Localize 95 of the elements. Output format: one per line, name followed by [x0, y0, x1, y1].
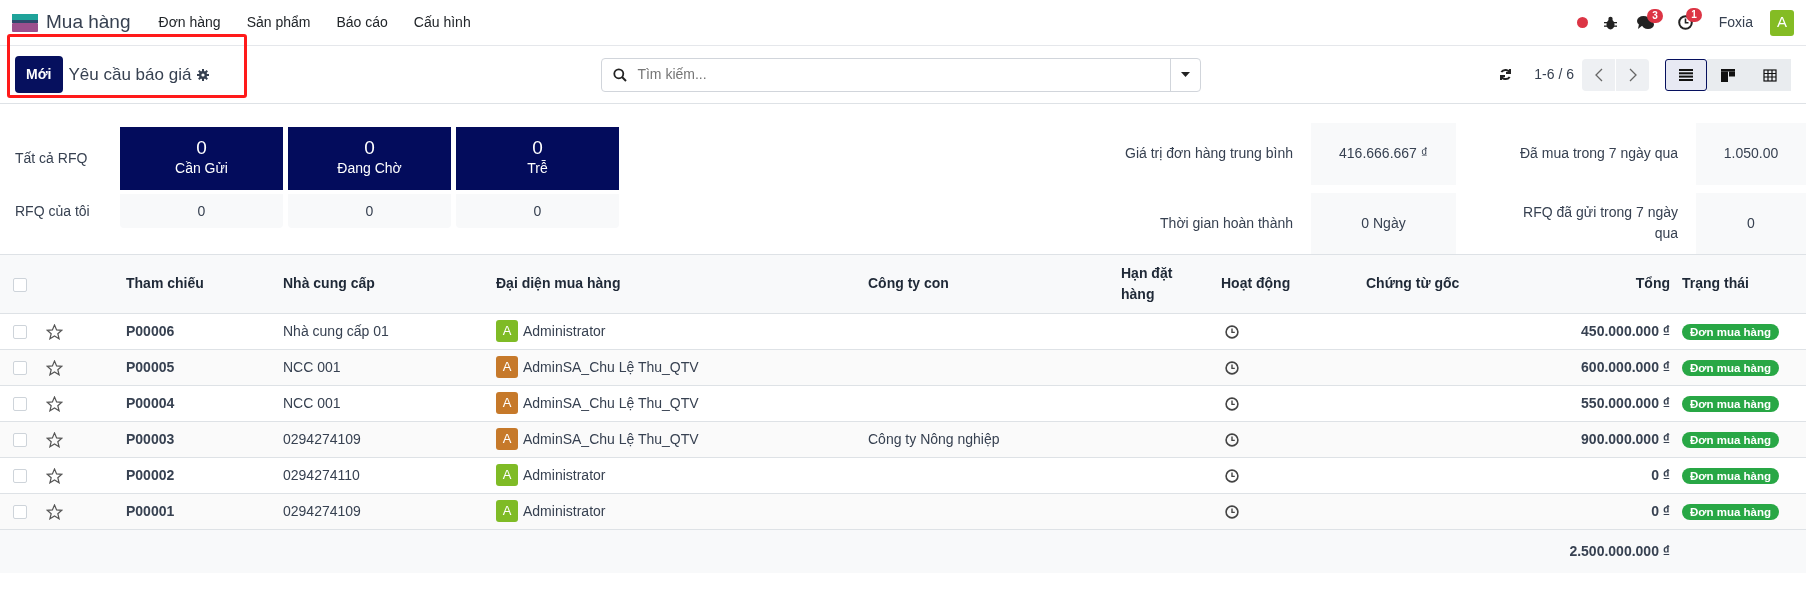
- view-kanban-button[interactable]: [1707, 58, 1749, 91]
- star-icon[interactable]: [46, 359, 63, 376]
- bug-icon[interactable]: [1603, 15, 1617, 30]
- stat-value: 416.666.667 ₫: [1311, 123, 1456, 185]
- status-tag: Đơn mua hàng: [1682, 467, 1779, 484]
- table-cell: P00002: [126, 466, 175, 483]
- table-cell-text: Administrator: [523, 321, 606, 341]
- stat-value: 0: [1696, 192, 1806, 254]
- table-cell: 0294274109: [283, 502, 361, 519]
- new-button[interactable]: Mới: [15, 56, 63, 93]
- list-icon: [1679, 69, 1693, 82]
- star-icon[interactable]: [46, 431, 63, 448]
- clock-icon[interactable]: [1677, 15, 1693, 30]
- app-name[interactable]: Mua hàng: [46, 8, 131, 37]
- menu-item[interactable]: Cấu hình: [413, 12, 471, 33]
- row-label: RFQ của tôi: [15, 201, 91, 221]
- table-cell: Nhà cung cấp 01: [283, 322, 389, 339]
- table-cell: P00001: [126, 502, 175, 519]
- table-cell-text: AdminSA_Chu Lệ Thu_QTV: [523, 357, 699, 377]
- stat-tile[interactable]: 0 Trễ: [456, 127, 619, 190]
- stat-tile[interactable]: 0 Cần Gửi: [120, 127, 283, 190]
- clock-icon[interactable]: [1225, 468, 1239, 483]
- search-icon: [613, 67, 628, 82]
- checkbox[interactable]: [13, 396, 27, 411]
- table-cell: 600.000.000 ₫: [1581, 358, 1670, 375]
- table-cell: Công ty Nông nghiệp: [868, 430, 1000, 447]
- menu-item[interactable]: Đơn hàng: [158, 12, 221, 33]
- view-pivot-button[interactable]: [1749, 58, 1791, 91]
- stat-value: 1.050.00: [1696, 123, 1806, 185]
- checkbox[interactable]: [13, 324, 27, 339]
- refresh-icon[interactable]: [1499, 68, 1513, 81]
- page-title: Yêu cầu báo giá: [68, 63, 192, 86]
- checkbox[interactable]: [13, 277, 27, 292]
- table-cell: 0 ₫: [1651, 466, 1670, 483]
- total-sum: 2.500.000.000 ₫: [1569, 542, 1670, 559]
- clock-icon[interactable]: [1225, 396, 1239, 411]
- clock-icon[interactable]: [1225, 360, 1239, 375]
- stat-label: Giá trị đơn hàng trung bình: [1125, 144, 1294, 164]
- status-tag: Đơn mua hàng: [1682, 323, 1779, 340]
- star-icon[interactable]: [46, 395, 63, 412]
- stat-label: RFQ đã gửi trong 7 ngày qua: [1522, 203, 1679, 244]
- table-cell: NCC 001: [283, 394, 341, 411]
- chevron-right-icon: [1628, 68, 1637, 83]
- stat-value[interactable]: 0: [288, 194, 451, 228]
- table-cell: 0 ₫: [1651, 502, 1670, 519]
- table-cell: NCC 001: [283, 358, 341, 375]
- status-dot-icon: [1576, 17, 1588, 28]
- clock-icon[interactable]: [1225, 432, 1239, 447]
- table-cell: 900.000.000 ₫: [1581, 430, 1670, 447]
- star-icon[interactable]: [46, 503, 63, 520]
- checkbox[interactable]: [13, 432, 27, 447]
- checkbox[interactable]: [13, 360, 27, 375]
- checkbox[interactable]: [13, 504, 27, 519]
- table-cell: 550.000.000 ₫: [1581, 394, 1670, 411]
- stat-label: Thời gian hoàn thành: [1160, 213, 1294, 233]
- kanban-icon: [1721, 68, 1735, 82]
- table-cell: P00004: [126, 394, 175, 411]
- chevron-left-icon: [1594, 68, 1603, 83]
- table-cell-text: Administrator: [523, 465, 606, 485]
- clock-icon[interactable]: [1225, 324, 1239, 339]
- table-cell-text: AdminSA_Chu Lệ Thu_QTV: [523, 393, 699, 413]
- status-tag: Đơn mua hàng: [1682, 431, 1779, 448]
- status-tag: Đơn mua hàng: [1682, 359, 1779, 376]
- stat-value: 0 Ngày: [1311, 192, 1456, 254]
- status-tag: Đơn mua hàng: [1682, 395, 1779, 412]
- star-icon[interactable]: [46, 467, 63, 484]
- checkbox[interactable]: [13, 468, 27, 483]
- stat-label: Đã mua trong 7 ngày qua: [1520, 144, 1679, 164]
- table-cell: 0294274109: [283, 430, 361, 447]
- notification-badge: 1: [1686, 8, 1702, 22]
- view-list-button[interactable]: [1665, 58, 1707, 91]
- app-logo-icon[interactable]: [12, 13, 38, 32]
- pager-value[interactable]: 1-6 / 6: [1534, 64, 1574, 85]
- clock-icon[interactable]: [1225, 504, 1239, 519]
- stat-tile[interactable]: 0 Đang Chờ: [288, 127, 451, 190]
- row-label: Tất cả RFQ: [15, 149, 89, 168]
- star-icon[interactable]: [46, 323, 63, 340]
- table-cell-text: AdminSA_Chu Lệ Thu_QTV: [523, 429, 699, 449]
- caret-icon[interactable]: [1181, 72, 1191, 77]
- settings-icon[interactable]: [197, 68, 210, 81]
- company-name[interactable]: Foxia: [1718, 12, 1753, 33]
- stat-value[interactable]: 0: [120, 194, 283, 228]
- status-tag: Đơn mua hàng: [1682, 503, 1779, 520]
- table-cell-text: Administrator: [523, 501, 606, 521]
- notification-badge: 3: [1647, 8, 1663, 23]
- table-cell: P00003: [126, 430, 175, 447]
- table-cell: 0294274110: [283, 466, 360, 483]
- menu-item[interactable]: Báo cáo: [336, 12, 388, 33]
- table-cell: P00005: [126, 358, 175, 375]
- grid-icon: [1763, 68, 1777, 82]
- search-bar[interactable]: Tìm kiếm...: [601, 57, 1202, 92]
- table-cell: 450.000.000 ₫: [1581, 322, 1670, 339]
- table-cell: P00006: [126, 322, 175, 339]
- menu-item[interactable]: Sản phẩm: [246, 12, 311, 33]
- stat-value[interactable]: 0: [456, 194, 619, 228]
